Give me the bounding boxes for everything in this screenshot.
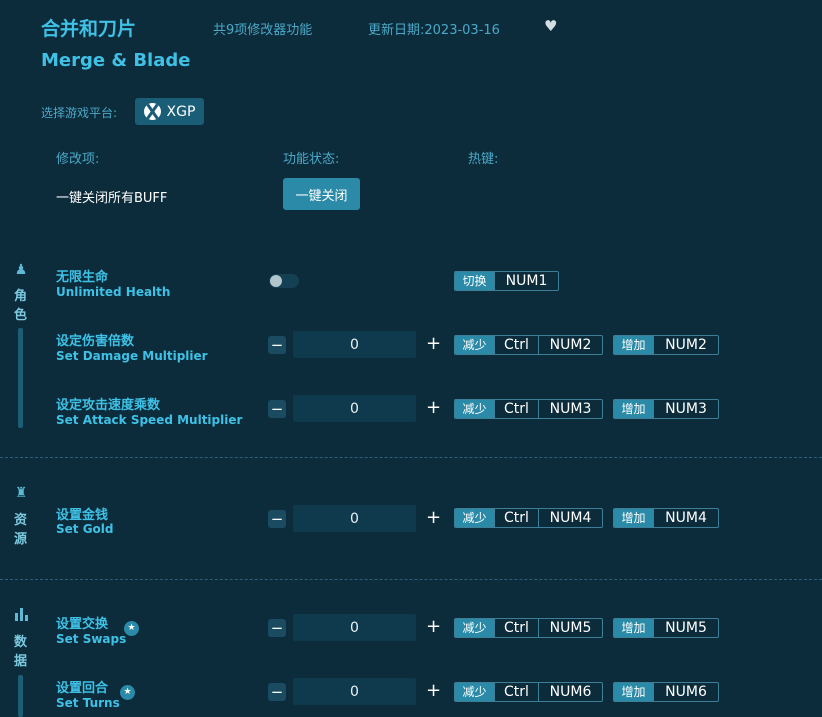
hotkey-key: Ctrl [494,336,538,354]
hotkey-action: 减少 [455,509,494,527]
hotkey-decrease[interactable]: 减少 Ctrl NUM3 [454,399,603,419]
category-character-char-2: 色 [14,308,28,323]
hotkey-toggle-num1[interactable]: 切换 NUM1 [454,271,559,291]
hotkey-decrease[interactable]: 减少 Ctrl NUM2 [454,335,603,355]
increase-button[interactable]: + [426,680,441,701]
update-date: 更新日期:2023-03-16 [368,23,500,38]
hotkey-key: NUM3 [538,400,602,418]
hotkey-decrease[interactable]: 减少 Ctrl NUM5 [454,618,603,638]
hotkey-key: NUM5 [653,619,718,637]
option-label-cn: 设置交换 [56,617,109,632]
hotkey-key: NUM2 [653,336,718,354]
option-label-en: Set Attack Speed Multiplier [56,413,243,427]
hotkey-action: 增加 [614,336,653,354]
hotkey-increase[interactable]: 增加 NUM6 [613,682,719,702]
hotkey-increase[interactable]: 增加 NUM3 [613,399,719,419]
hotkey-key: NUM6 [653,683,718,701]
category-resource-char-1: 资 [14,513,28,528]
column-option: 修改项: [56,152,100,167]
category-data-char-2: 据 [14,654,28,669]
option-label-en: Set Damage Multiplier [56,349,208,363]
turns-input[interactable] [293,678,416,705]
hotkey-action: 增加 [614,509,653,527]
increase-button[interactable]: + [426,333,441,354]
column-hotkey: 热键: [468,152,499,167]
resource-castle-icon: ♜ [14,485,28,501]
option-label-en: Set Gold [56,522,114,536]
hotkey-increase[interactable]: 增加 NUM2 [613,335,719,355]
category-character-char-1: 角 [14,289,28,304]
decrease-button[interactable]: − [268,400,286,418]
increase-button[interactable]: + [426,616,441,637]
hotkey-action: 减少 [455,683,494,701]
increase-button[interactable]: + [426,397,441,418]
swaps-input[interactable] [293,614,416,641]
hotkey-action: 减少 [455,619,494,637]
hotkey-decrease[interactable]: 减少 Ctrl NUM6 [454,682,603,702]
favorite-heart-icon[interactable]: ♥ [544,17,557,35]
hotkey-key: Ctrl [494,509,538,527]
disable-all-label: 一键关闭所有BUFF [56,191,168,206]
hotkey-action: 减少 [455,336,494,354]
character-icon: ♟ [14,262,28,278]
category-character-bar [18,328,23,428]
hotkey-increase[interactable]: 增加 NUM4 [613,508,719,528]
disable-all-button[interactable]: 一键关闭 [283,178,360,210]
hotkey-key: Ctrl [494,619,538,637]
hotkey-action: 切换 [455,272,494,290]
platform-name: XGP [166,103,196,120]
column-status: 功能状态: [283,152,340,167]
hotkey-key: NUM6 [538,683,602,701]
option-label-cn: 无限生命 [56,270,109,285]
hotkey-key: Ctrl [494,400,538,418]
hotkey-action: 增加 [614,683,653,701]
option-label-en: Unlimited Health [56,285,171,299]
decrease-button[interactable]: − [268,683,286,701]
star-icon: ★ [120,685,135,700]
hotkey-key: NUM4 [653,509,718,527]
toggle-knob [270,275,282,287]
option-label-cn: 设置金钱 [56,508,109,523]
hotkey-action: 减少 [455,400,494,418]
decrease-button[interactable]: − [268,619,286,637]
category-data-char-1: 数 [14,635,28,650]
hotkey-increase[interactable]: 增加 NUM5 [613,618,719,638]
option-label-en: Set Turns [56,696,120,710]
hotkey-action: 增加 [614,619,653,637]
platform-label: 选择游戏平台: [41,106,118,120]
data-bar-chart-icon [13,606,29,622]
category-resource-char-2: 源 [14,532,28,547]
platform-xgp-button[interactable]: XGP [135,98,204,125]
category-data-bar [18,675,23,717]
section-divider [0,579,822,580]
decrease-button[interactable]: − [268,336,286,354]
game-title-cn: 合并和刀片 [41,18,137,40]
option-label-en: Set Swaps [56,632,127,646]
option-label-cn: 设定伤害倍数 [56,334,135,349]
damage-multiplier-input[interactable] [293,331,416,358]
hotkey-key: NUM3 [653,400,718,418]
hotkey-key: Ctrl [494,683,538,701]
increase-button[interactable]: + [426,507,441,528]
hotkey-key: NUM2 [538,336,602,354]
option-label-cn: 设置回合 [56,681,109,696]
hotkey-decrease[interactable]: 减少 Ctrl NUM4 [454,508,603,528]
attack-speed-input[interactable] [293,395,416,422]
game-title-en: Merge & Blade [41,50,191,71]
section-divider [0,457,822,458]
gold-input[interactable] [293,505,416,532]
hotkey-key: NUM4 [538,509,602,527]
hotkey-action: 增加 [614,400,653,418]
option-label-cn: 设定攻击速度乘数 [56,398,161,413]
feature-count: 共9项修改器功能 [213,23,313,38]
star-icon: ★ [124,621,139,636]
xbox-icon [143,103,161,120]
decrease-button[interactable]: − [268,510,286,528]
unlimited-health-toggle[interactable] [269,274,299,288]
hotkey-key: NUM5 [538,619,602,637]
hotkey-key: NUM1 [494,272,558,290]
